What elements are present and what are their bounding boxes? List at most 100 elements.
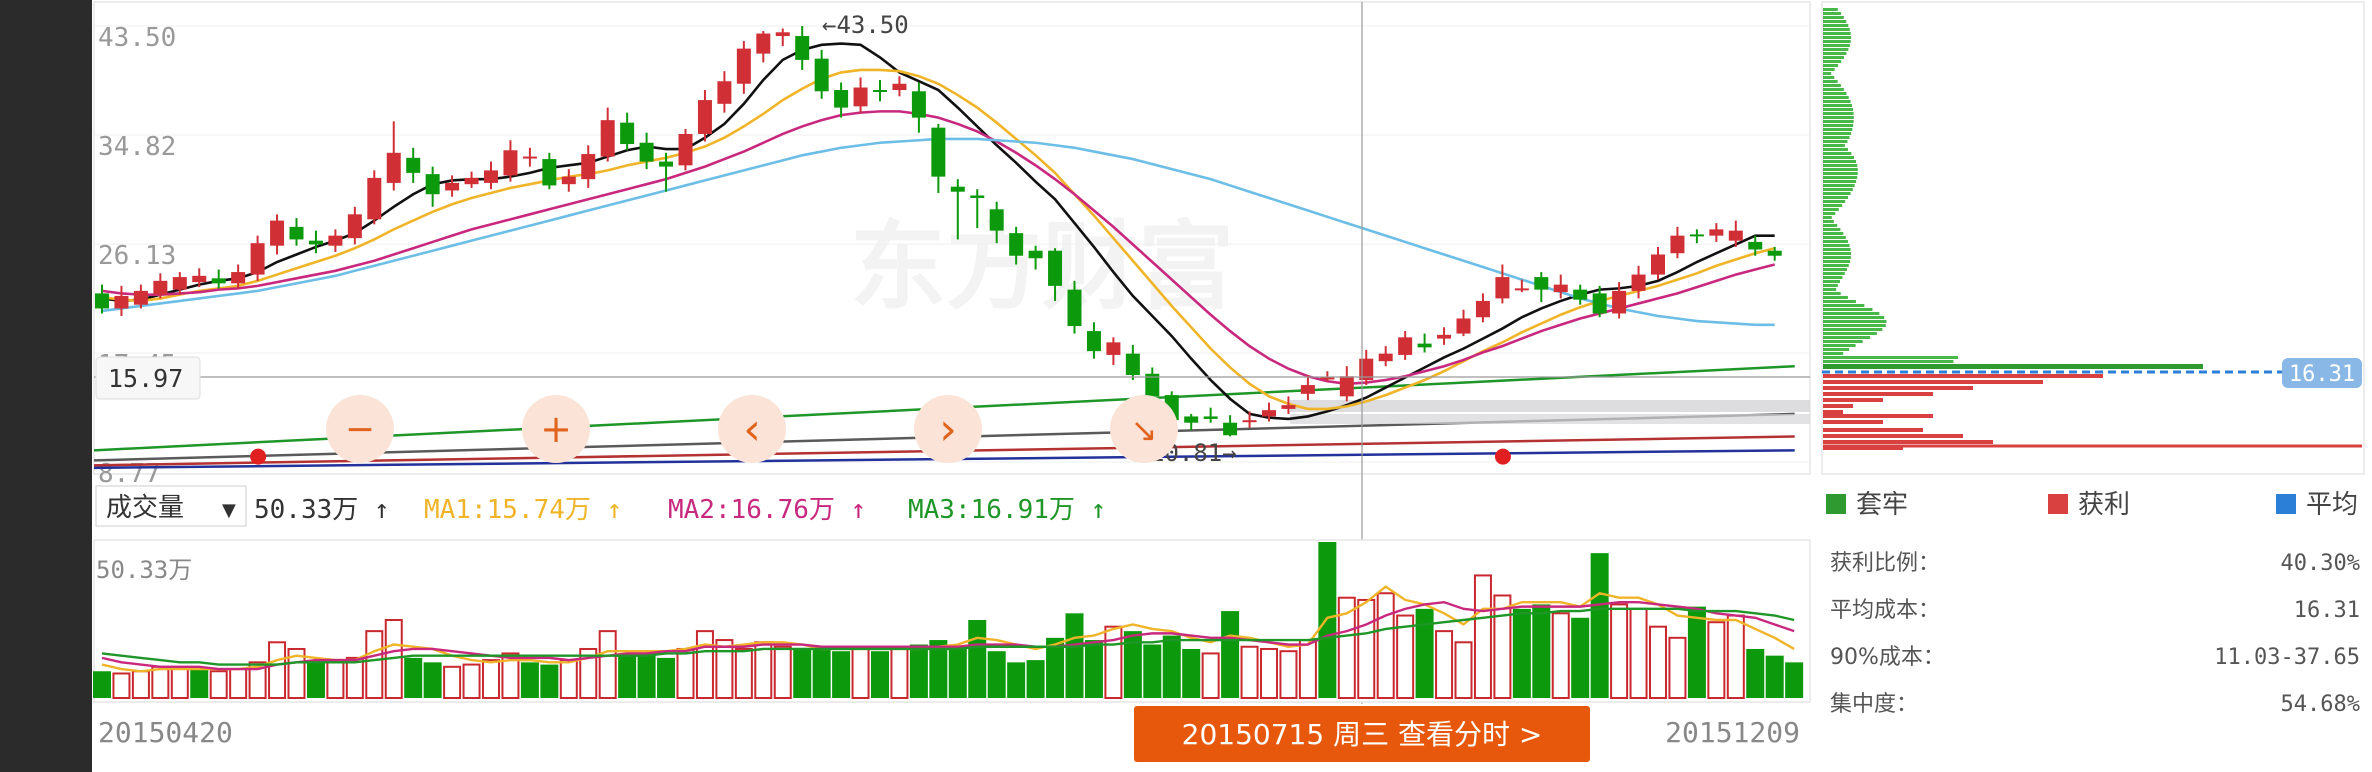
chip-bar-trapped: [1823, 32, 1851, 35]
candle-body: [1670, 235, 1685, 254]
scroll-left-button[interactable]: ‹: [718, 395, 786, 463]
volume-bar: [695, 630, 714, 700]
volume-bar: [1707, 621, 1726, 700]
volume-bar: [1104, 625, 1123, 700]
volume-bar: [871, 651, 889, 698]
volume-bar: [987, 651, 1006, 698]
stat-label: 获利比例：: [1830, 551, 1940, 576]
volume-bar: [948, 646, 967, 698]
volume-bar: [1571, 617, 1590, 698]
volume-bar: [1668, 636, 1687, 699]
volume-bar: [1026, 660, 1045, 698]
candle-body: [1242, 420, 1257, 423]
candle-body: [133, 290, 148, 305]
candle-body: [1437, 334, 1452, 339]
candle-body: [445, 182, 460, 191]
svg-text:−: −: [345, 409, 375, 450]
chip-bar-trapped: [1823, 256, 1851, 259]
stat-label: 90%成本：: [1830, 645, 1945, 670]
watermark: 东方财富: [850, 211, 1234, 323]
volume-bar: [968, 620, 987, 698]
chip-bar-trapped: [1823, 196, 1849, 199]
candle-body: [873, 90, 887, 93]
chip-bar-trapped: [1823, 348, 1850, 351]
chip-bar-trapped: [1823, 68, 1835, 71]
candle-body: [1592, 293, 1607, 314]
chip-bar-trapped: [1823, 208, 1839, 211]
range-band-bottom: [1290, 414, 1810, 424]
candle-body: [522, 156, 537, 159]
candle-body: [484, 170, 498, 183]
scroll-right-button[interactable]: ›: [914, 395, 982, 463]
candle-body: [1028, 250, 1043, 259]
chip-bar-trapped: [1823, 92, 1847, 95]
candle-body: [1651, 254, 1665, 275]
volume-bar: [404, 657, 423, 698]
chip-bar-trapped: [1823, 8, 1838, 11]
zoom-minus-button[interactable]: −: [326, 395, 394, 463]
chip-bar-trapped: [1823, 340, 1863, 343]
candle-body: [814, 58, 829, 92]
volume-bar: [832, 651, 851, 698]
candle-body: [542, 159, 557, 186]
candle-body: [231, 272, 246, 284]
chip-bar-trapped: [1823, 324, 1886, 327]
volume-bar: [268, 641, 287, 699]
chip-bar-profit: [1823, 434, 1963, 438]
chip-bar-profit: [1823, 420, 1883, 424]
chip-bar-trapped: [1823, 360, 1954, 363]
chip-bar-trapped: [1823, 236, 1846, 239]
candle-body: [1378, 353, 1393, 362]
price-tick-label: 26.13: [98, 241, 176, 271]
candle-body: [834, 90, 849, 108]
volume-value: 50.33万 ↑: [254, 495, 390, 525]
view-intraday-button[interactable]: 20150715 周三 查看分时 >: [1134, 706, 1590, 762]
volume-bar: [637, 653, 656, 698]
candle-body: [1398, 337, 1413, 355]
candle-body: [989, 209, 1004, 231]
candle-body: [1125, 353, 1140, 376]
chip-bar-trapped: [1823, 308, 1873, 311]
volume-bar: [306, 660, 325, 698]
volume-bar: [851, 647, 870, 700]
candle-body: [1339, 376, 1354, 397]
chip-bar-trapped: [1823, 172, 1858, 175]
chip-bar-trapped: [1823, 80, 1838, 83]
chip-bar-trapped: [1823, 44, 1850, 47]
zoom-plus-button[interactable]: +: [522, 395, 590, 463]
chip-bar-profit: [1823, 428, 1923, 432]
chip-bar-profit: [1823, 386, 1973, 390]
candle-body: [931, 127, 946, 177]
chip-bar-trapped: [1823, 268, 1847, 271]
chevron-down-icon[interactable]: ▼: [222, 500, 236, 521]
candle-body: [736, 48, 751, 84]
volume-bar: [1065, 613, 1084, 698]
volume-bar: [1551, 612, 1570, 699]
volume-bar: [676, 647, 695, 700]
chip-bar-trapped: [1823, 232, 1844, 235]
candle-body: [270, 220, 285, 246]
chip-bar-trapped: [1823, 144, 1845, 147]
chip-bar-trapped: [1823, 212, 1836, 215]
volume-bar: [1318, 542, 1337, 698]
volume-bar: [209, 670, 228, 699]
volume-bar: [559, 659, 578, 699]
chip-bar-trapped: [1823, 304, 1865, 307]
candle-body: [153, 280, 168, 295]
chip-bar-trapped: [1823, 336, 1871, 339]
reset-zoom-button[interactable]: ↘: [1110, 395, 1178, 463]
candle-body: [581, 154, 596, 180]
candle-body: [308, 240, 323, 245]
candle-body: [1281, 405, 1296, 409]
volume-bar: [540, 664, 559, 698]
stat-label: 集中度：: [1830, 692, 1918, 717]
chip-bar-trapped: [1823, 332, 1877, 335]
chip-bar-trapped: [1823, 52, 1847, 55]
signal-marker: [1494, 448, 1511, 465]
chip-bar-trapped: [1823, 356, 1959, 359]
chip-bar-trapped: [1823, 72, 1832, 75]
volume-bar: [443, 665, 462, 699]
volume-bar: [482, 659, 500, 699]
chip-bar-profit: [1823, 398, 1883, 402]
candle-body: [1709, 229, 1724, 236]
